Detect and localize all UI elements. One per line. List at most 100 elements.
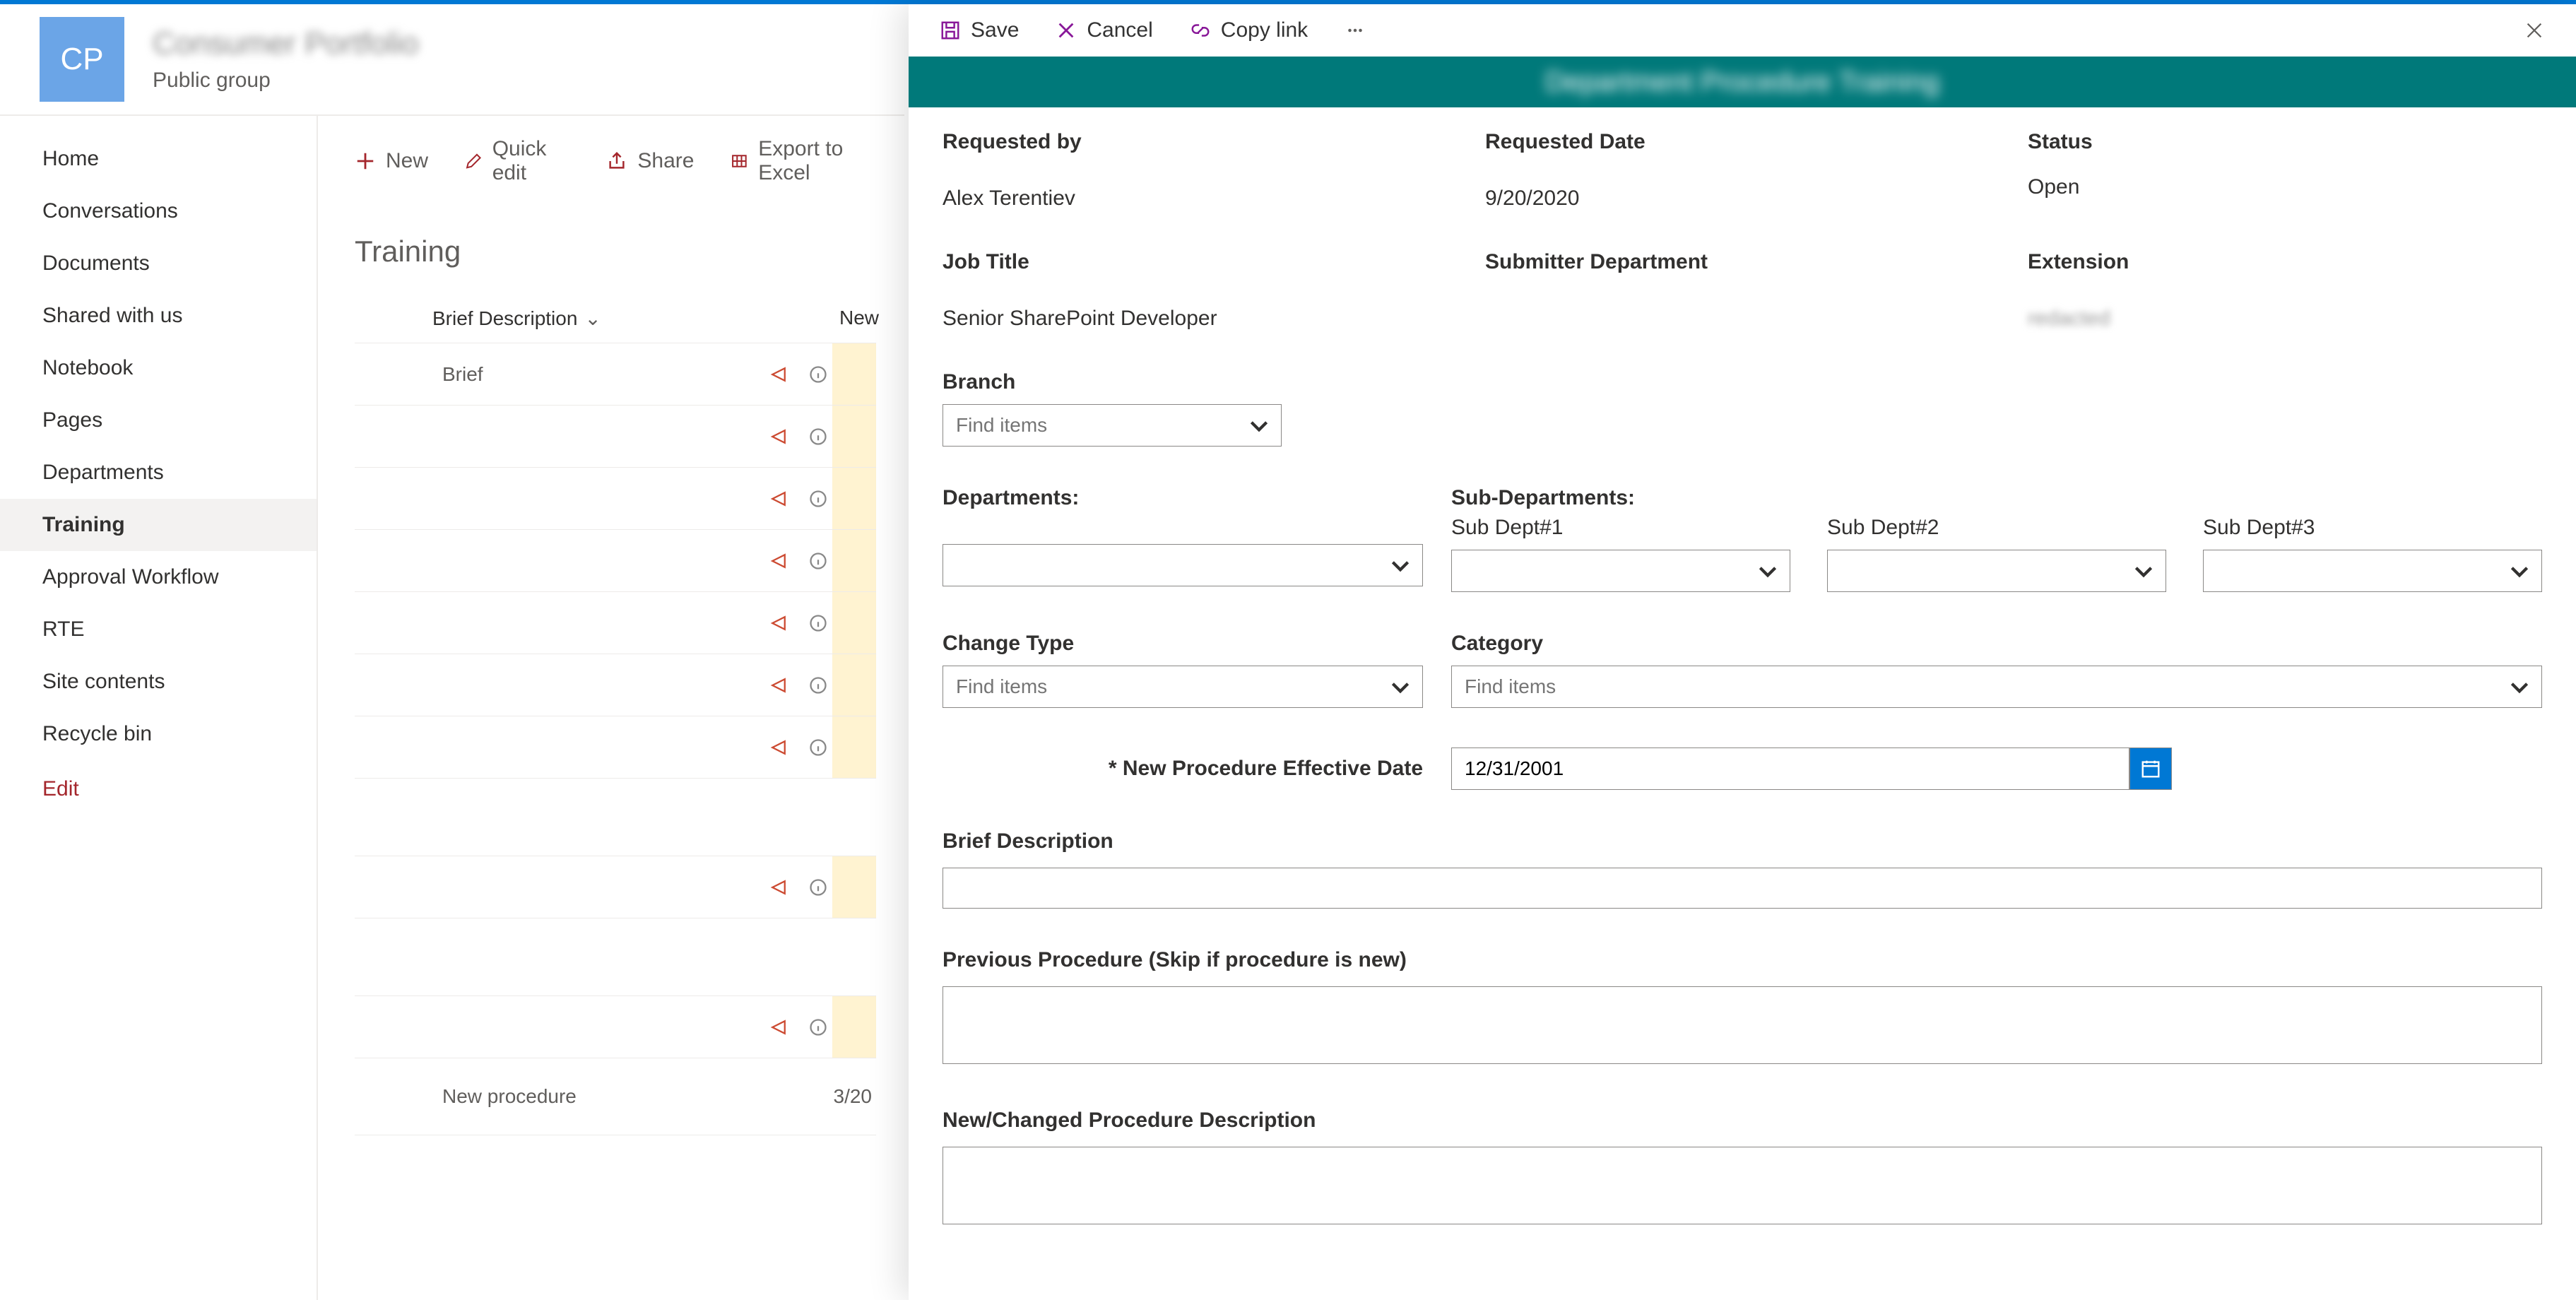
list-row[interactable]	[355, 529, 876, 591]
more-icon	[1345, 20, 1366, 41]
date-picker-button[interactable]	[2129, 748, 2172, 790]
nav-departments[interactable]: Departments	[0, 447, 317, 499]
subdept1-input[interactable]	[1465, 560, 1777, 582]
subdept2-input[interactable]	[1841, 560, 2153, 582]
list-row[interactable]	[355, 591, 876, 654]
nav-edit[interactable]: Edit	[0, 763, 317, 815]
value-requested-by: Alex Terentiev	[943, 187, 1457, 211]
departments-input[interactable]	[956, 554, 1410, 577]
nav-rte[interactable]: RTE	[0, 603, 317, 656]
info-icon	[808, 1017, 828, 1037]
label-submitter-dept: Submitter Department	[1485, 250, 1999, 274]
share-icon	[769, 365, 788, 384]
label-job-title: Job Title	[943, 250, 1457, 274]
nav-home[interactable]: Home	[0, 133, 317, 185]
list-row[interactable]: Brief	[355, 343, 876, 405]
toolbar-share[interactable]: Share	[606, 149, 694, 173]
info-icon	[808, 878, 828, 897]
info-icon	[808, 489, 828, 509]
toolbar-export[interactable]: Export to Excel	[731, 137, 876, 185]
nav-shared[interactable]: Shared with us	[0, 290, 317, 342]
nav-notebook[interactable]: Notebook	[0, 342, 317, 394]
chevron-down-icon	[2132, 559, 2156, 583]
nav-conversations[interactable]: Conversations	[0, 185, 317, 237]
panel-banner: Department Procedure Training	[909, 57, 2576, 107]
label-effective-date: New Procedure Effective Date	[1109, 757, 1423, 780]
label-departments: Departments:	[943, 486, 1423, 510]
chevron-down-icon	[1388, 553, 1412, 577]
list-row[interactable]	[355, 405, 876, 467]
value-job-title: Senior SharePoint Developer	[943, 307, 1457, 331]
chevron-down-icon	[1388, 675, 1412, 699]
save-button[interactable]: Save	[940, 18, 1019, 42]
info-icon	[808, 675, 828, 695]
label-branch: Branch	[943, 370, 2542, 394]
value-requested-date: 9/20/2020	[1485, 187, 1999, 211]
col-brief[interactable]: Brief Description⌄ New	[355, 301, 876, 343]
close-icon	[1056, 20, 1077, 41]
copylink-button[interactable]: Copy link	[1190, 18, 1308, 42]
site-subtitle: Public group	[153, 69, 419, 93]
site-avatar: CP	[40, 17, 124, 102]
nav-pages[interactable]: Pages	[0, 394, 317, 447]
nav-approval[interactable]: Approval Workflow	[0, 551, 317, 603]
branch-input[interactable]	[956, 414, 1268, 437]
chevron-down-icon	[1247, 413, 1271, 437]
cancel-button[interactable]: Cancel	[1056, 18, 1152, 42]
nav-sitecontents[interactable]: Site contents	[0, 656, 317, 708]
label-subdept2: Sub Dept#2	[1827, 516, 2166, 540]
list-row[interactable]	[355, 995, 876, 1058]
excel-icon	[731, 150, 748, 172]
subdept2-combo[interactable]	[1827, 550, 2166, 592]
label-category: Category	[1451, 632, 2542, 656]
calendar-icon	[2140, 758, 2161, 779]
category-input[interactable]	[1465, 675, 2529, 698]
list-row[interactable]	[355, 654, 876, 716]
label-extension: Extension	[2028, 250, 2542, 274]
label-subdept1: Sub Dept#1	[1451, 516, 1790, 540]
info-icon	[808, 365, 828, 384]
share-icon	[769, 675, 788, 695]
share-icon	[769, 489, 788, 509]
value-status: Open	[2028, 175, 2542, 199]
chevron-down-icon	[2507, 559, 2531, 583]
nav-training[interactable]: Training	[0, 499, 317, 551]
list-title: Training	[355, 235, 876, 268]
close-icon	[2524, 20, 2545, 41]
share-icon	[606, 150, 627, 172]
share-icon	[769, 738, 788, 757]
more-button[interactable]	[1345, 20, 1366, 41]
label-prev-procedure: Previous Procedure (Skip if procedure is…	[943, 948, 2542, 972]
change-type-input[interactable]	[956, 675, 1410, 698]
edit-panel: Save Cancel Copy link Department Procedu…	[909, 4, 2576, 1300]
chevron-down-icon	[2507, 675, 2531, 699]
effective-date-input[interactable]	[1451, 748, 2129, 790]
label-brief-desc: Brief Description	[943, 829, 2542, 853]
label-change-type: Change Type	[943, 632, 1423, 656]
brief-desc-input[interactable]	[943, 868, 2542, 909]
subdept3-combo[interactable]	[2203, 550, 2542, 592]
change-type-combo[interactable]	[943, 666, 1423, 708]
pencil-icon	[465, 150, 483, 172]
toolbar-new[interactable]: New	[355, 149, 428, 173]
site-title: Consumer Portfolio	[153, 26, 419, 61]
list-row[interactable]	[355, 778, 876, 856]
plus-icon	[355, 150, 376, 172]
toolbar-quickedit[interactable]: Quick edit	[465, 137, 569, 185]
prev-procedure-input[interactable]	[943, 986, 2542, 1064]
branch-combo[interactable]	[943, 404, 1282, 447]
category-combo[interactable]	[1451, 666, 2542, 708]
list-row[interactable]: New procedure3/20	[355, 1058, 876, 1135]
subdept3-input[interactable]	[2216, 560, 2529, 582]
list-row[interactable]	[355, 856, 876, 918]
new-desc-input[interactable]	[943, 1147, 2542, 1224]
list-row[interactable]	[355, 716, 876, 778]
subdept1-combo[interactable]	[1451, 550, 1790, 592]
departments-combo[interactable]	[943, 544, 1423, 586]
close-panel-button[interactable]	[2524, 20, 2545, 41]
nav-documents[interactable]: Documents	[0, 237, 317, 290]
list-row[interactable]	[355, 467, 876, 529]
list-row[interactable]	[355, 918, 876, 995]
nav-recycle[interactable]: Recycle bin	[0, 708, 317, 760]
save-icon	[940, 20, 961, 41]
